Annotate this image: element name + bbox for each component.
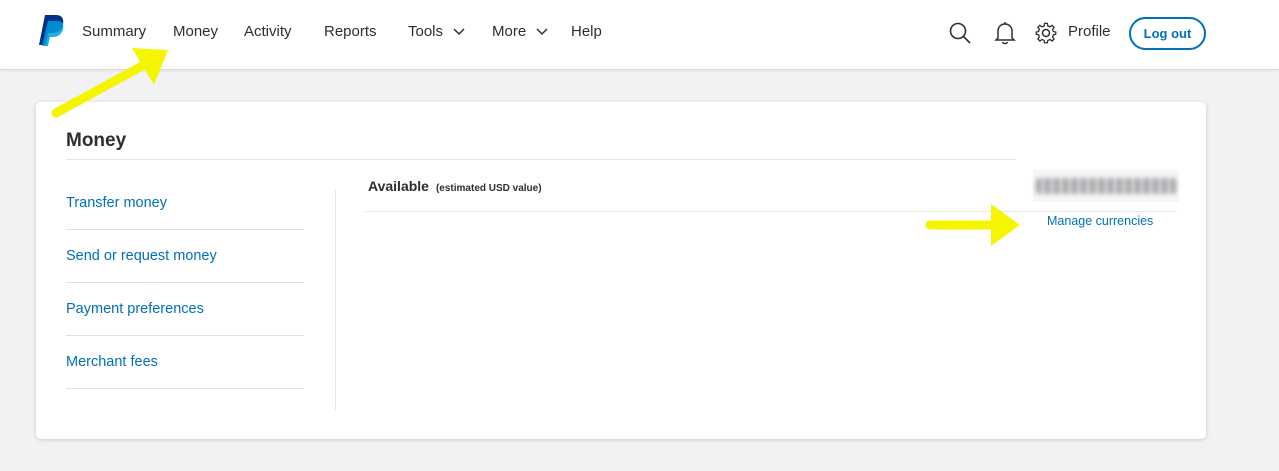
- search-icon[interactable]: [949, 22, 971, 44]
- nav-reports[interactable]: Reports: [324, 22, 377, 42]
- nav-more[interactable]: More: [492, 22, 548, 42]
- bell-icon[interactable]: [994, 21, 1016, 45]
- nav-money[interactable]: Money: [173, 22, 218, 42]
- nav-summary-label: Summary: [82, 23, 147, 40]
- divider: [365, 211, 1177, 212]
- profile-label: Profile: [1068, 23, 1111, 40]
- divider: [335, 190, 336, 410]
- nav-summary[interactable]: Summary: [82, 22, 146, 42]
- money-card: Money Transfer money Send or request mon…: [36, 102, 1206, 439]
- available-balance-redacted: [1033, 170, 1179, 202]
- sidebar-item-send-request[interactable]: Send or request money: [66, 230, 304, 283]
- nav-money-label: Money: [173, 23, 219, 40]
- chevron-down-icon: [453, 28, 465, 36]
- paypal-logo[interactable]: [36, 14, 64, 46]
- nav-tools-label: Tools: [408, 23, 444, 40]
- sidebar-item-payment-preferences[interactable]: Payment preferences: [66, 283, 304, 336]
- logout-button[interactable]: Log out: [1129, 17, 1206, 50]
- sidebar-item-label: Send or request money: [66, 248, 217, 264]
- nav-help[interactable]: Help: [571, 22, 602, 42]
- manage-currencies-link[interactable]: Manage currencies: [1047, 214, 1153, 228]
- available-heading: Available (estimated USD value): [368, 178, 542, 196]
- blurred-value: [1036, 178, 1176, 194]
- sidebar-item-label: Merchant fees: [66, 354, 158, 370]
- nav-activity-label: Activity: [244, 23, 292, 40]
- nav-reports-label: Reports: [324, 23, 377, 40]
- nav-more-label: More: [492, 23, 527, 40]
- sidebar-item-transfer-money[interactable]: Transfer money: [66, 177, 304, 230]
- chevron-down-icon: [536, 28, 548, 36]
- sidebar-item-merchant-fees[interactable]: Merchant fees: [66, 336, 304, 389]
- divider: [66, 159, 1016, 160]
- available-sublabel: (estimated USD value): [435, 183, 542, 194]
- sidebar-item-label: Payment preferences: [66, 301, 204, 317]
- top-nav: Summary Money Activity Reports Tools Mor…: [0, 0, 1279, 70]
- nav-help-label: Help: [571, 23, 602, 40]
- nav-tools[interactable]: Tools: [408, 22, 465, 42]
- gear-icon[interactable]: [1035, 22, 1057, 44]
- page-title: Money: [66, 130, 127, 151]
- profile-link[interactable]: Profile: [1068, 22, 1111, 42]
- nav-activity[interactable]: Activity: [244, 22, 292, 42]
- available-label: Available: [368, 178, 429, 194]
- logout-label: Log out: [1143, 26, 1192, 41]
- sidebar-item-label: Transfer money: [66, 195, 167, 211]
